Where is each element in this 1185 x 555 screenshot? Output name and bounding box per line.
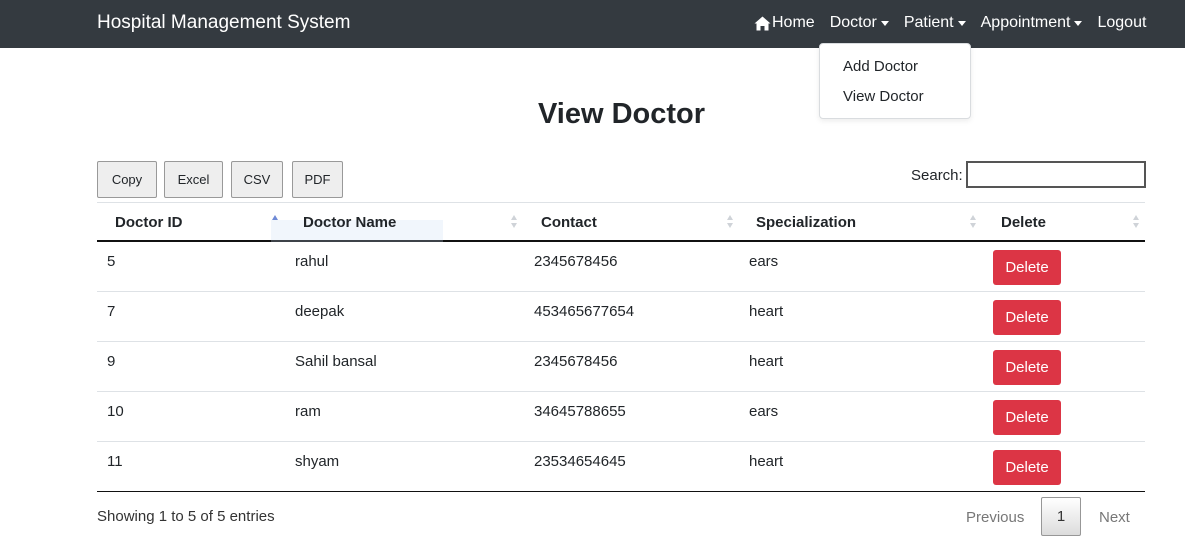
table-header: Doctor ID Doctor Name Contact Specializa… <box>97 202 1145 242</box>
cell-contact: 2345678456 <box>534 253 618 270</box>
sort-icon[interactable] <box>970 215 978 230</box>
delete-button[interactable]: Delete <box>993 350 1061 385</box>
column-header-specialization[interactable]: Specialization <box>756 214 856 232</box>
pagination-previous[interactable]: Previous <box>966 509 1024 527</box>
nav-logout-link[interactable]: Logout <box>1097 13 1146 33</box>
csv-button[interactable]: CSV <box>231 161 283 198</box>
delete-button[interactable]: Delete <box>993 250 1061 285</box>
cell-doctor-name: Sahil bansal <box>295 353 377 370</box>
cell-contact: 34645788655 <box>534 403 626 420</box>
cell-specialization: ears <box>749 403 779 420</box>
search-label: Search: <box>911 167 963 184</box>
delete-button[interactable]: Delete <box>993 300 1061 335</box>
cell-doctor-id: 7 <box>107 303 116 320</box>
cell-specialization: heart <box>749 453 784 470</box>
nav-home-label: Home <box>772 14 815 31</box>
table-row: 7 deepak 453465677654 heart Delete <box>97 292 1145 342</box>
delete-button[interactable]: Delete <box>993 450 1061 485</box>
table-row: 10 ram 34645788655 ears Delete <box>97 392 1145 442</box>
sort-icon[interactable] <box>1133 215 1141 230</box>
sort-icon[interactable] <box>511 215 519 230</box>
home-icon <box>754 16 771 30</box>
cell-doctor-name: ram <box>295 403 321 420</box>
nav-appointment-dropdown[interactable]: Appointment <box>981 13 1083 33</box>
nav-home-link[interactable]: Home <box>754 13 815 33</box>
pagination-next[interactable]: Next <box>1099 509 1130 527</box>
cell-doctor-name: shyam <box>295 453 340 470</box>
nav-patient-label: Patient <box>903 14 954 31</box>
cell-doctor-id: 11 <box>107 453 123 470</box>
nav-doctor-dropdown[interactable]: Doctor <box>830 13 889 33</box>
brand-title[interactable]: Hospital Management System <box>97 12 350 34</box>
nav-menu: Home Doctor Patient Appointment Logout <box>754 13 1146 33</box>
cell-contact: 2345678456 <box>534 353 618 370</box>
column-header-contact[interactable]: Contact <box>541 214 597 232</box>
navbar: Hospital Management System Home Doctor P… <box>0 0 1185 48</box>
nav-doctor-label: Doctor <box>829 14 877 31</box>
caret-down-icon <box>957 21 966 26</box>
excel-button[interactable]: Excel <box>164 161 223 198</box>
nav-appointment-label: Appointment <box>980 14 1071 31</box>
cell-contact: 23534654645 <box>534 453 626 470</box>
page-title: View Doctor <box>537 98 706 130</box>
nav-patient-dropdown[interactable]: Patient <box>904 13 966 33</box>
cell-doctor-name: rahul <box>295 253 329 270</box>
copy-button[interactable]: Copy <box>97 161 157 198</box>
cell-doctor-name: deepak <box>295 303 345 320</box>
cell-contact: 453465677654 <box>534 303 635 320</box>
cell-doctor-id: 5 <box>107 253 116 270</box>
caret-down-icon <box>880 21 889 26</box>
cell-doctor-id: 10 <box>107 403 124 420</box>
table-row: 11 shyam 23534654645 heart Delete <box>97 442 1145 492</box>
delete-button[interactable]: Delete <box>993 400 1061 435</box>
sort-asc-icon[interactable] <box>272 215 280 230</box>
cell-specialization: ears <box>749 253 779 270</box>
table-info: Showing 1 to 5 of 5 entries <box>97 508 275 525</box>
cell-doctor-id: 9 <box>107 353 116 370</box>
pagination-page-current[interactable]: 1 <box>1041 497 1081 536</box>
table-row: 9 Sahil bansal 2345678456 heart Delete <box>97 342 1145 392</box>
column-header-doctor-name[interactable]: Doctor Name <box>303 214 396 232</box>
dropdown-item-add-doctor[interactable]: Add Doctor <box>843 58 918 76</box>
column-header-doctor-id[interactable]: Doctor ID <box>115 214 183 232</box>
nav-logout-label: Logout <box>1097 14 1147 31</box>
sort-icon[interactable] <box>727 215 735 230</box>
table-row: 5 rahul 2345678456 ears Delete <box>97 242 1145 292</box>
pdf-button[interactable]: PDF <box>292 161 343 198</box>
caret-down-icon <box>1074 21 1083 26</box>
cell-specialization: heart <box>749 303 784 320</box>
cell-specialization: heart <box>749 353 784 370</box>
search-input[interactable] <box>966 161 1146 188</box>
column-header-delete[interactable]: Delete <box>1001 214 1046 232</box>
